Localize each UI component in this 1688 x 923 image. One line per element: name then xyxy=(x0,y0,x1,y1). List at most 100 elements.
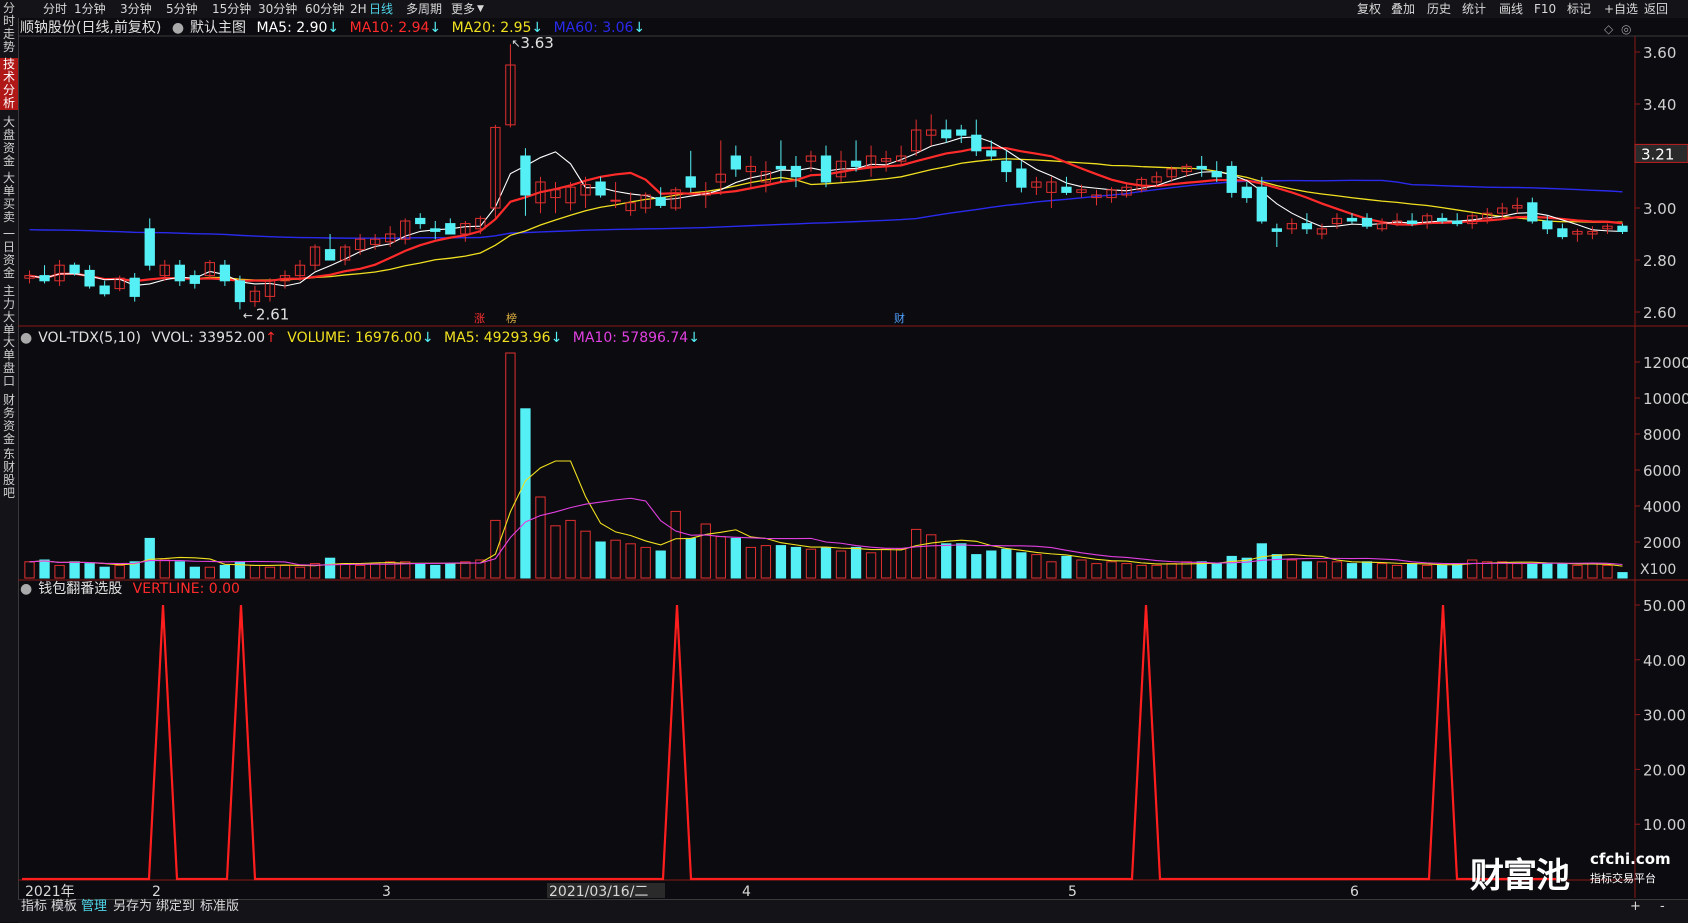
volume-bar xyxy=(895,548,907,579)
date-label-1: 2 xyxy=(152,884,161,900)
diamond-icon: ◇ xyxy=(1604,22,1614,36)
volume-bar xyxy=(565,519,576,579)
candle-body xyxy=(69,264,80,274)
settings-circle-icon: ◎ xyxy=(1621,22,1631,36)
bottom-right-1[interactable]: - xyxy=(1660,900,1665,914)
low-arrow-icon: ← xyxy=(243,308,253,322)
volume-bar xyxy=(880,548,892,579)
volume-bar xyxy=(1151,564,1162,579)
volume-bar xyxy=(490,519,501,579)
volume-bar xyxy=(520,408,531,579)
volume-bar xyxy=(1482,561,1493,579)
volume-bar xyxy=(745,546,757,579)
volume-bar xyxy=(1016,552,1027,579)
candle-body xyxy=(1001,160,1012,173)
volume-bar xyxy=(1211,563,1222,579)
volume-bar xyxy=(1587,563,1598,579)
volume-bar xyxy=(1376,563,1388,579)
volume-bar xyxy=(1091,563,1102,579)
volume-bar xyxy=(1031,554,1042,579)
bottom-tab-5[interactable]: 标准版 xyxy=(200,900,239,914)
date-label-2: 3 xyxy=(382,884,391,900)
volume-bar xyxy=(1106,561,1117,579)
event-marker-1: 榜 xyxy=(506,311,517,325)
volume-bar xyxy=(1361,561,1373,579)
bottom-right-0[interactable]: + xyxy=(1630,900,1641,914)
volume-bar xyxy=(114,564,125,579)
volume-bar xyxy=(249,564,261,579)
candle-body xyxy=(1241,186,1252,199)
current-price-label: 3.21 xyxy=(1641,145,1674,163)
candle-body xyxy=(84,269,95,287)
volume-bar xyxy=(144,537,155,579)
volume-bar xyxy=(1316,561,1328,579)
candle-body xyxy=(1542,220,1553,230)
candle-body xyxy=(971,134,982,152)
volume-bar xyxy=(1557,563,1568,579)
candle-body xyxy=(129,277,140,297)
volume-bar xyxy=(264,566,276,579)
candle-body xyxy=(685,176,696,188)
volume-bar xyxy=(580,530,591,579)
candle-body xyxy=(219,264,231,282)
date-label-4: 4 xyxy=(742,884,751,900)
date-label-0: 2021年 xyxy=(25,884,75,900)
volume-bar xyxy=(610,539,621,579)
candle-body xyxy=(1557,228,1568,238)
volume-bar xyxy=(1346,563,1358,579)
candle-body xyxy=(174,264,185,282)
bottom-tab-3[interactable]: 另存为 xyxy=(113,900,152,914)
volume-bar xyxy=(1497,561,1508,579)
candle-body xyxy=(1527,202,1538,222)
volume-bar xyxy=(956,543,967,579)
candle-body xyxy=(595,181,606,196)
volume-bar xyxy=(1166,563,1177,579)
volume-bar xyxy=(1617,572,1628,579)
volume-bar xyxy=(1241,557,1252,579)
volume-bar xyxy=(1512,563,1523,579)
bottom-tab-4[interactable]: 绑定到 xyxy=(156,900,195,914)
bottom-tab-0[interactable]: 指标 xyxy=(21,900,47,914)
candle-body xyxy=(144,228,155,266)
price-tick-label: 2.60 xyxy=(1643,304,1676,322)
volume-bar xyxy=(324,557,336,579)
volume-bar xyxy=(700,523,711,579)
volume-tick-label: 6000 xyxy=(1643,462,1681,480)
volume-bar xyxy=(625,543,636,579)
chart-area[interactable]: 3.603.403.203.002.802.603.213.63↖2.61←涨榜… xyxy=(0,0,1688,922)
volume-tick-label: 2000 xyxy=(1643,534,1681,552)
volume-bar xyxy=(460,561,471,579)
candle-body xyxy=(790,165,802,178)
volume-bar xyxy=(1406,563,1418,579)
volume-bar xyxy=(670,510,681,579)
candle-body xyxy=(775,165,787,170)
volume-bar xyxy=(685,537,696,579)
volume-bar xyxy=(430,564,441,579)
bottom-tab-1[interactable]: 模板 xyxy=(51,900,77,914)
candle-body xyxy=(1256,186,1267,222)
date-label-6: 6 xyxy=(1350,884,1359,900)
watermark-slogan: 指标交易平台 xyxy=(1590,872,1656,885)
signal-tick-label: 50.00 xyxy=(1643,597,1686,615)
candle-body xyxy=(956,129,967,136)
candle-body xyxy=(1406,220,1418,225)
date-label-3: 2021/03/16/二 xyxy=(549,884,648,900)
event-marker-0: 涨 xyxy=(474,312,485,325)
signal-tick-label: 40.00 xyxy=(1643,652,1686,670)
volume-bar xyxy=(1121,563,1132,579)
volume-bar xyxy=(640,546,651,579)
candle-body xyxy=(430,228,441,232)
candle-body xyxy=(39,275,50,282)
volume-bar xyxy=(1196,561,1207,579)
volume-bar xyxy=(1046,561,1057,579)
volume-bar xyxy=(1001,548,1012,579)
volume-bar xyxy=(1076,559,1087,579)
volume-bar xyxy=(1436,564,1448,579)
bottom-tab-2[interactable]: 管理 xyxy=(81,900,107,914)
volume-bar xyxy=(1061,555,1072,579)
volume-bar xyxy=(1602,564,1613,579)
volume-bar xyxy=(715,536,726,579)
candle-body xyxy=(1061,186,1072,193)
bottom-toolbar: 指标 模板 管理 另存为 绑定到 标准版 + - xyxy=(18,899,1688,923)
volume-bar xyxy=(1542,563,1553,579)
